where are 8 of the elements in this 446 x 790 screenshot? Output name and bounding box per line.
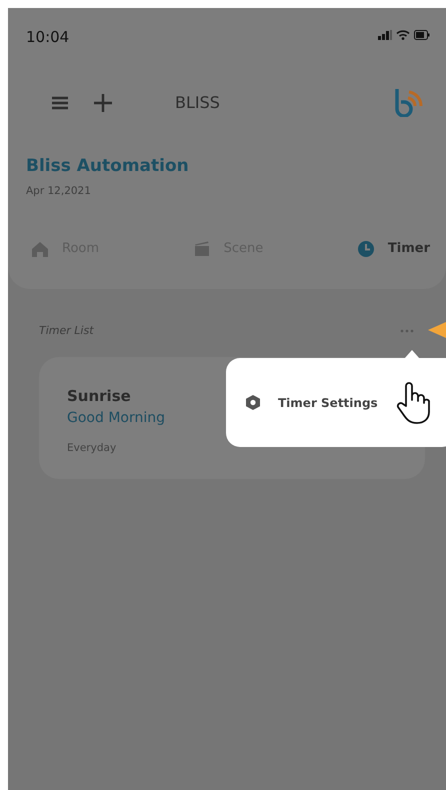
home-date: Apr 12,2021	[26, 184, 92, 198]
home-title: Bliss Automation	[26, 155, 190, 178]
timer-subtitle: Good Morning	[67, 408, 165, 428]
status-time: 10:04	[26, 27, 70, 48]
app-title: BLISS	[175, 92, 220, 114]
section-title: Timer List	[39, 322, 94, 339]
timer-repeat: Everyday	[67, 440, 116, 456]
timer-name: Sunrise	[67, 386, 131, 408]
